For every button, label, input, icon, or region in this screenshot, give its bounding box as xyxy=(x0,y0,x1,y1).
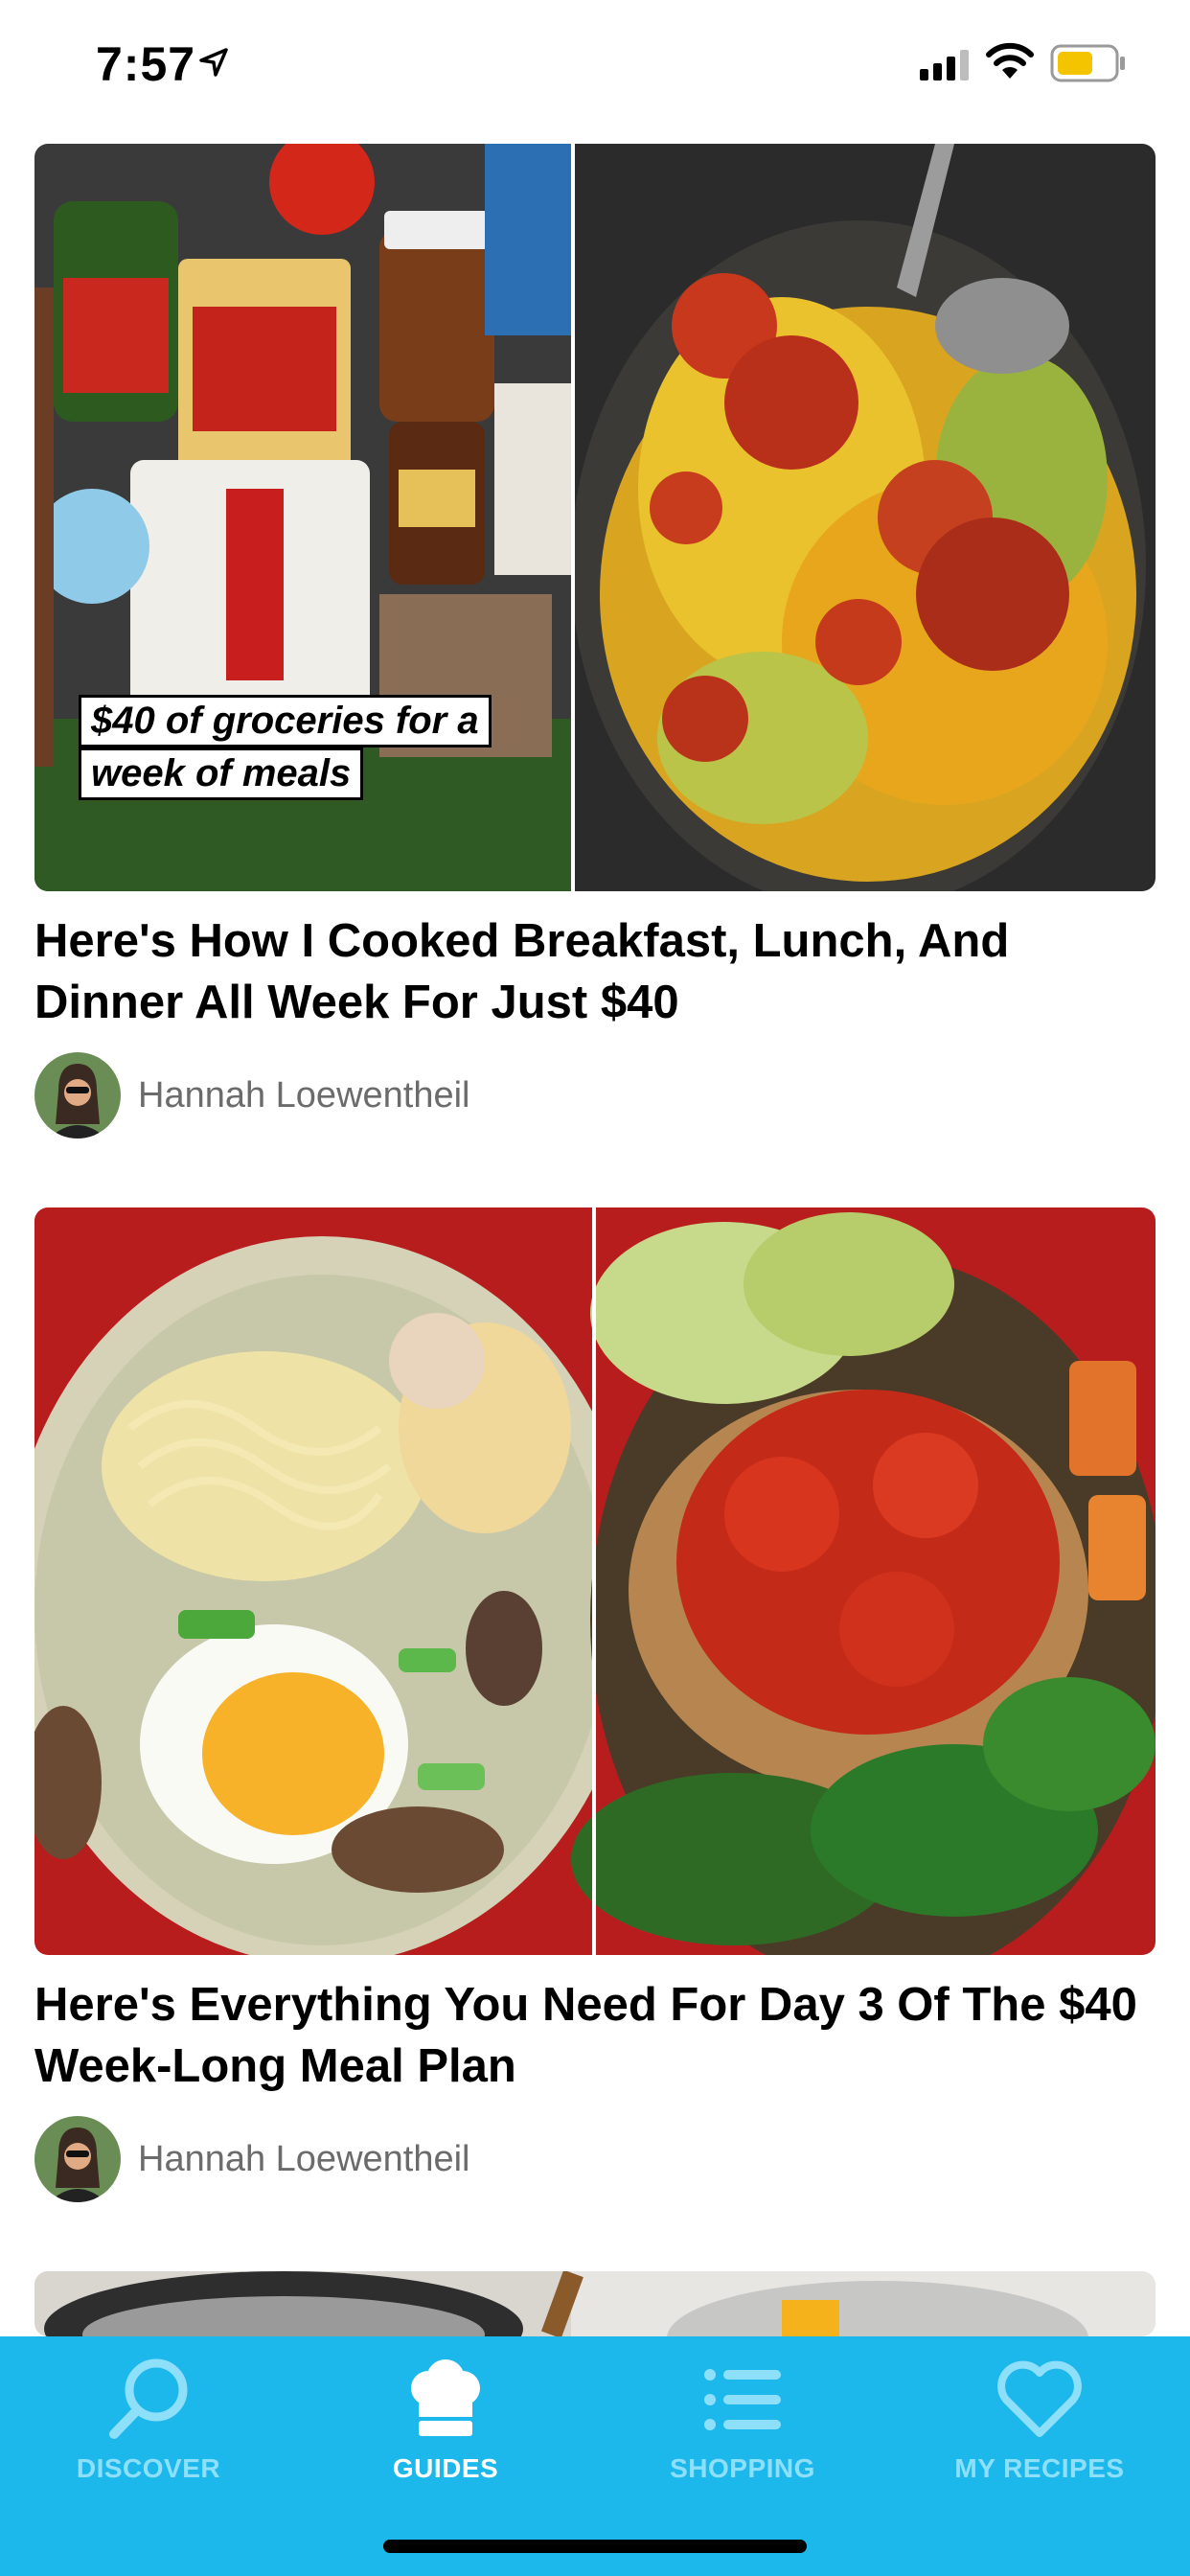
guide-card-image[interactable]: $40 of groceries for a week of meals xyxy=(34,144,1156,891)
heart-icon xyxy=(997,2360,1082,2437)
tab-label: GUIDES xyxy=(392,2453,499,2483)
list-icon xyxy=(704,2369,781,2430)
ramen-and-chicken-bowl-photo xyxy=(34,1208,1156,1955)
tab-label: DISCOVER xyxy=(76,2453,221,2483)
guide-title[interactable]: Here's How I Cooked Breakfast, Lunch, An… xyxy=(34,910,1156,1033)
chef-hat-icon xyxy=(411,2359,480,2436)
author-name: Hannah Loewentheil xyxy=(138,1075,470,1116)
tab-my-recipes[interactable]: MY RECIPES xyxy=(891,2336,1188,2518)
author-row[interactable]: Hannah Loewentheil xyxy=(34,1052,801,1138)
status-time: 7:57 xyxy=(96,37,196,91)
tab-label: SHOPPING xyxy=(670,2453,815,2483)
instant-pot-photo xyxy=(34,2271,1156,2336)
battery-icon xyxy=(1050,44,1125,82)
search-icon xyxy=(109,2358,188,2439)
image-overlay-caption: $40 of groceries for a xyxy=(79,695,492,748)
home-indicator[interactable] xyxy=(383,2540,807,2553)
tab-guides[interactable]: GUIDES xyxy=(297,2336,594,2518)
guide-title[interactable]: Here's Everything You Need For Day 3 Of … xyxy=(34,1974,1156,2097)
author-avatar xyxy=(34,1052,121,1138)
guide-card-image[interactable] xyxy=(34,1208,1156,1955)
tab-label: MY RECIPES xyxy=(954,2453,1125,2483)
cellular-signal-icon xyxy=(920,50,969,80)
status-bar: 7:57 xyxy=(0,0,1190,134)
location-arrow-icon xyxy=(199,48,228,77)
author-name: Hannah Loewentheil xyxy=(138,2139,470,2179)
image-overlay-caption: week of meals xyxy=(79,748,364,800)
author-row[interactable]: Hannah Loewentheil xyxy=(34,2116,801,2202)
author-avatar xyxy=(34,2116,121,2202)
tab-shopping[interactable]: SHOPPING xyxy=(594,2336,891,2518)
wifi-icon xyxy=(986,42,1034,79)
guide-card-image[interactable] xyxy=(34,2271,1156,2336)
tab-discover[interactable]: DISCOVER xyxy=(0,2336,297,2518)
